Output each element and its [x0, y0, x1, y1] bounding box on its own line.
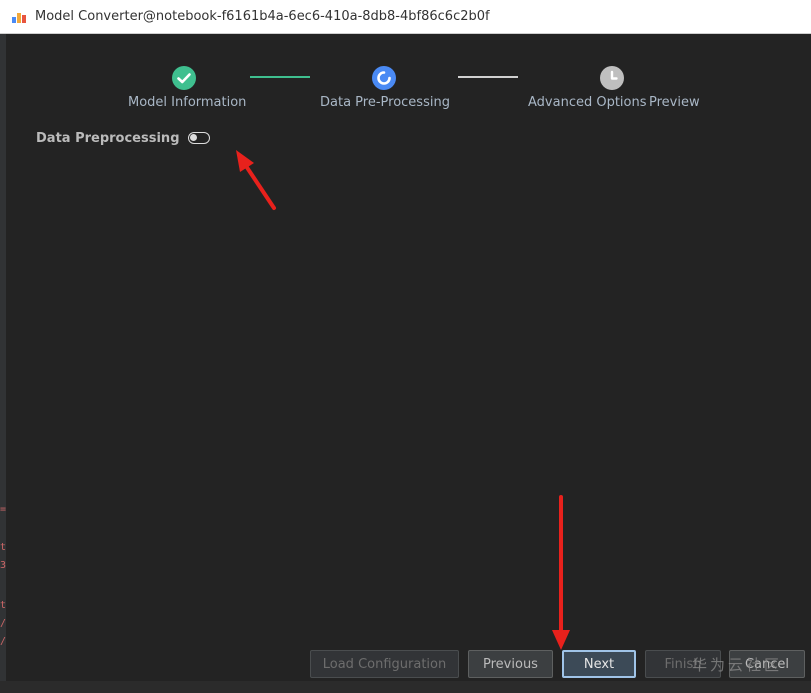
model-converter-dialog: Model Information Data Pre-Processing Ad…	[6, 34, 811, 687]
step-label-advanced-options: Advanced Options	[528, 95, 647, 110]
wizard-stepper: Model Information Data Pre-Processing Ad…	[6, 34, 811, 124]
check-circle-icon	[172, 66, 196, 90]
watermark-text: 华为云社区	[692, 656, 783, 674]
step-label-preview: Preview	[649, 95, 700, 110]
data-preprocessing-label: Data Preprocessing	[36, 131, 180, 146]
previous-button[interactable]: Previous	[468, 650, 553, 678]
app-logo-icon	[12, 13, 26, 23]
step-connector-pending	[458, 76, 518, 78]
data-preprocessing-toggle[interactable]	[188, 132, 210, 144]
step-connector-completed	[250, 76, 310, 78]
window-title-bar: Model Converter@notebook-f6161b4a-6ec6-4…	[0, 0, 811, 34]
step-label-data-pre-processing: Data Pre-Processing	[320, 95, 450, 110]
progress-circle-icon	[372, 66, 396, 90]
background-status-strip	[0, 681, 811, 693]
next-button[interactable]: Next	[562, 650, 636, 678]
clock-icon	[600, 66, 624, 90]
window-title: Model Converter@notebook-f6161b4a-6ec6-4…	[35, 9, 490, 24]
step-label-model-information: Model Information	[128, 95, 247, 110]
toggle-knob	[190, 134, 197, 141]
load-configuration-button[interactable]: Load Configuration	[310, 650, 459, 678]
